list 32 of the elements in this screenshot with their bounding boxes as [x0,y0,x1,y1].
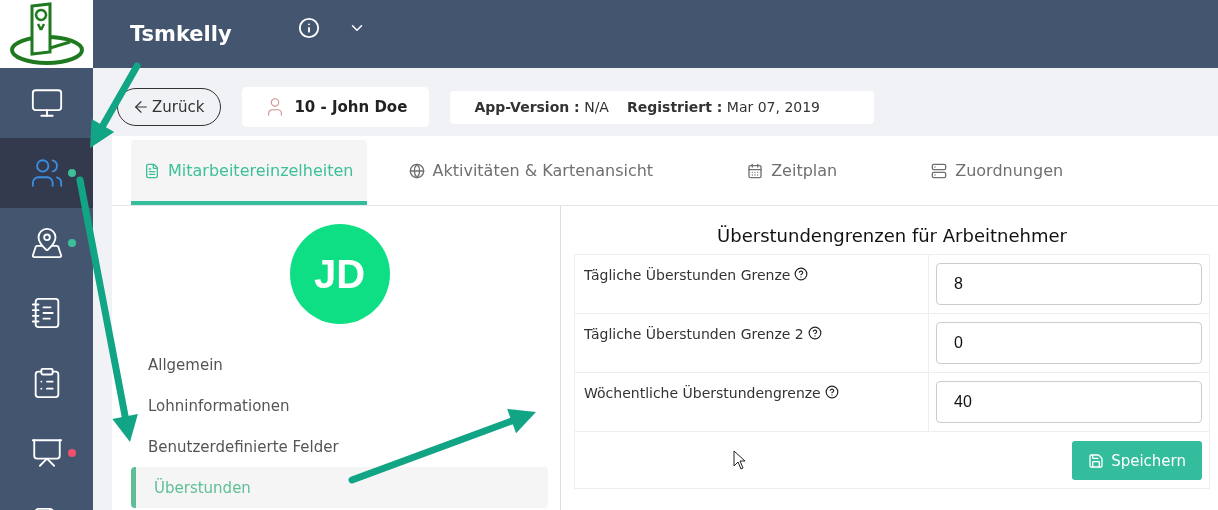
menu-item[interactable]: Lohninformationen [131,385,548,426]
form-title: Überstundengrenzen für Arbeitnehmer [716,225,1068,246]
employee-name: 10 - John Doe [294,98,408,116]
input-field[interactable]: 8 [936,263,1202,305]
help-icon[interactable] [824,385,839,399]
field-label: Tägliche Überstunden Grenze [584,267,791,283]
tab[interactable]: Aktivitäten & Kartenansicht [408,140,654,205]
tab[interactable]: Zuordnungen [931,140,1064,205]
menu-item[interactable]: Allgemein [131,344,548,385]
avatar: JD [289,224,390,324]
calendar-icon [747,162,764,179]
input-field[interactable]: 0 [936,322,1202,364]
field-label: Tägliche Überstunden Grenze 2 [584,326,804,342]
tab[interactable]: Zeitplan [747,140,838,205]
save-icon [1088,452,1105,469]
presentation-board-icon [29,436,64,470]
field-label: Wöchentliche Überstundengrenze [584,385,821,401]
input-field[interactable]: 40 [936,381,1202,423]
cursor-icon [733,450,747,470]
info-text: Registriert : Mar 07, 2019 [626,99,820,115]
people-icon [29,156,64,190]
map-pin-icon [29,226,64,260]
file-icon [144,162,160,179]
help-icon[interactable] [794,267,809,281]
info-text: App-Version : N/A [474,99,609,115]
info-icon[interactable] [297,17,320,39]
globe-icon [408,162,425,179]
menu-item[interactable]: Benutzerdefinierte Felder [131,426,548,467]
server-icon [931,162,948,179]
help-icon[interactable] [807,326,822,340]
sidebar-item[interactable] [0,138,93,208]
account-title: Tsmkelly [130,22,232,46]
